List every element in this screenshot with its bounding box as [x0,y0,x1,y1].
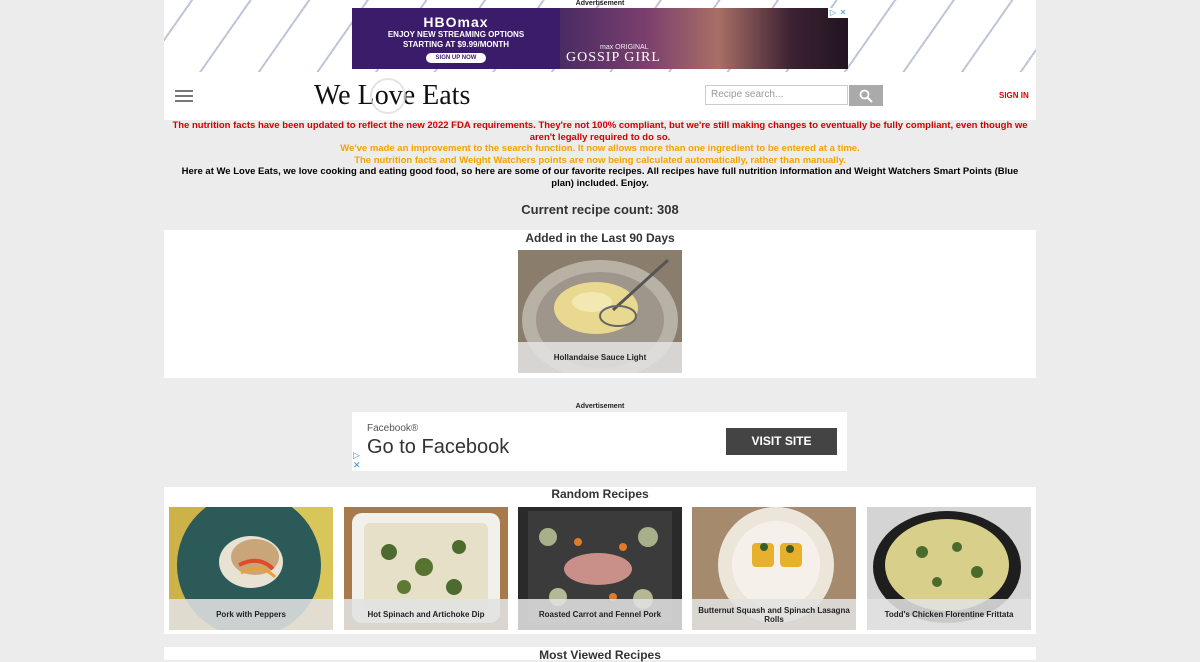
recipe-caption: Roasted Carrot and Fennel Pork [518,599,682,630]
recipe-caption: Butternut Squash and Spinach Lasagna Rol… [692,599,856,630]
ad-signup-button[interactable]: SIGN UP NOW [425,53,487,63]
facebook-ad[interactable]: Facebook® Go to Facebook VISIT SITE ▷ ✕ [352,412,847,471]
recipe-caption: Pork with Peppers [169,599,333,630]
search-icon [859,89,873,103]
random-title: Random Recipes [551,487,649,501]
ad-line-2: STARTING AT $9.99/MONTH [402,40,510,49]
ad-show-title: GOSSIP GIRL [566,50,661,65]
notices: The nutrition facts have been updated to… [164,120,1036,189]
recipe-card[interactable]: Todd's Chicken Florentine Frittata [867,507,1031,630]
intro-text: Here at We Love Eats, we love cooking an… [181,166,1019,189]
recent-title: Added in the Last 90 Days [525,231,675,245]
page: Advertisement HBOmax ENJOY NEW STREAMING… [164,0,1036,662]
notice-search: We've made an improvement to the search … [340,143,860,154]
recent-recipes-panel: Added in the Last 90 Days Hollandaise Sa… [164,230,1036,378]
plate-icon [370,78,406,114]
search-button[interactable] [849,85,883,106]
recipe-card[interactable]: Hot Spinach and Artichoke Dip [344,507,508,630]
sign-in-link[interactable]: SIGN IN [999,91,1029,100]
recipe-caption: Todd's Chicken Florentine Frittata [867,599,1031,630]
recipe-card[interactable]: Butternut Squash and Spinach Lasagna Rol… [692,507,856,630]
notice-nutrition: The nutrition facts and Weight Watchers … [354,154,846,166]
site-header: We Love Eats Recipe search... SIGN IN [164,72,1036,120]
hbomax-logo: HBOmax [423,14,489,30]
adchoices-icon[interactable]: ▷ ✕ [353,450,361,470]
recipe-card[interactable]: Roasted Carrot and Fennel Pork [518,507,682,630]
site-logo[interactable]: We Love Eats [314,78,470,114]
hbomax-ad-panel[interactable]: HBOmax ENJOY NEW STREAMING OPTIONS START… [352,8,560,69]
gossip-girl-ad-panel[interactable]: max ORIGINAL GOSSIP GIRL ▷ ✕ [560,8,848,69]
search-input[interactable]: Recipe search... [705,85,848,105]
recipe-count: Current recipe count: 308 [521,202,679,217]
menu-icon[interactable] [175,90,193,103]
notice-fda: The nutrition facts have been updated to… [172,120,1028,143]
most-viewed-panel: Most Viewed Recipes [164,647,1036,662]
recipe-card[interactable]: Hollandaise Sauce Light [518,250,682,373]
visit-site-button[interactable]: VISIT SITE [726,428,837,455]
ad-label: Advertisement [575,0,625,7]
top-banner-ad[interactable]: HBOmax ENJOY NEW STREAMING OPTIONS START… [352,8,848,69]
ad-line-1: ENJOY NEW STREAMING OPTIONS [387,30,525,39]
recipe-caption: Hollandaise Sauce Light [518,342,682,373]
ad-sponsor: Facebook® [367,423,419,434]
ad-title[interactable]: Go to Facebook [367,436,509,459]
recipe-caption: Hot Spinach and Artichoke Dip [344,599,508,630]
close-icon[interactable]: ✕ [838,8,848,18]
recipe-card[interactable]: Pork with Peppers [169,507,333,630]
adchoices-icon[interactable]: ▷ [828,8,838,18]
ad-label: Advertisement [575,403,625,410]
adchoices[interactable]: ▷ ✕ [828,8,848,18]
random-recipes-panel: Random Recipes Pork with Peppers Hot Spi… [164,487,1036,634]
